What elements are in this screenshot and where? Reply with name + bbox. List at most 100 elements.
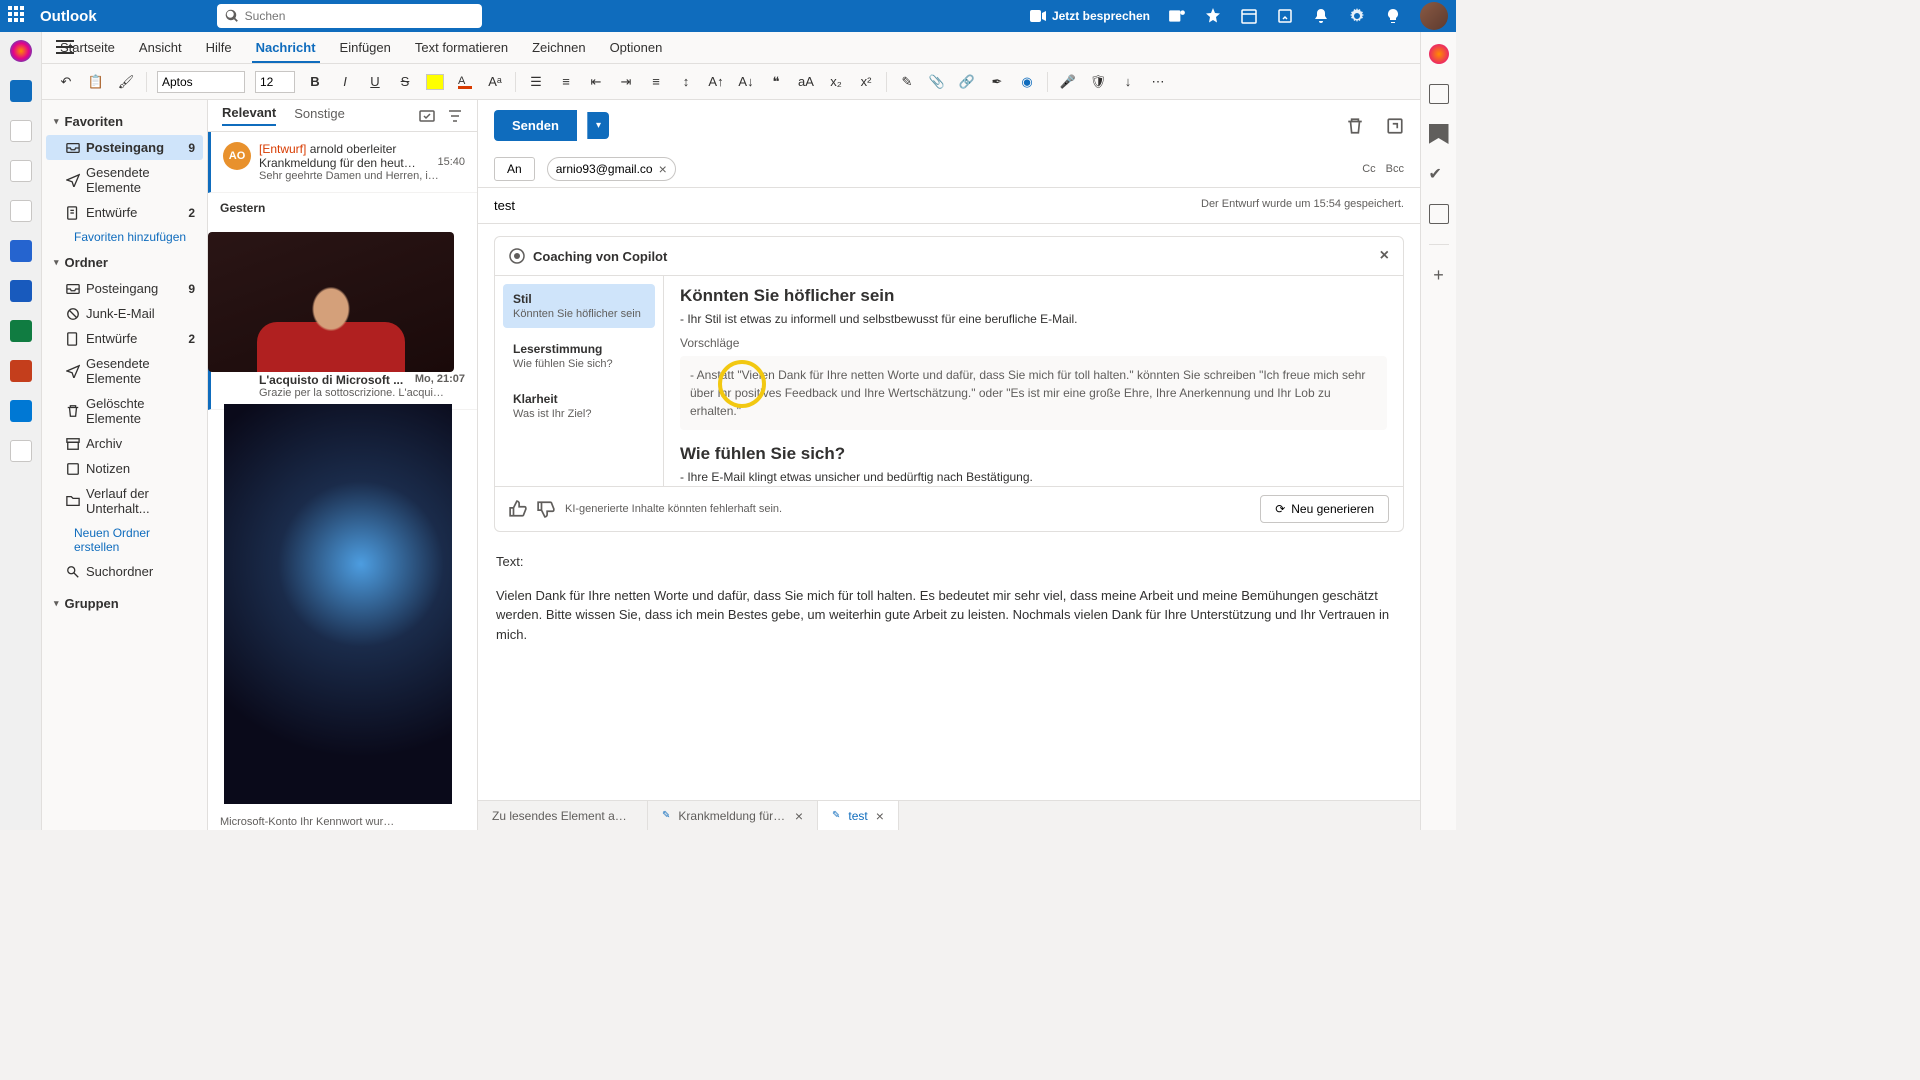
search-box[interactable] — [217, 4, 482, 28]
copilot-tab-stil[interactable]: StilKönnten Sie höflicher sein — [503, 284, 655, 328]
app-launcher-icon[interactable] — [8, 6, 28, 26]
mail-app-icon[interactable] — [10, 80, 32, 102]
tab-nachricht[interactable]: Nachricht — [244, 32, 328, 63]
settings-icon[interactable] — [1348, 7, 1366, 25]
strike-button[interactable]: S — [395, 72, 415, 92]
powerpoint-app-icon[interactable] — [10, 360, 32, 382]
folder-posteingang-fav[interactable]: Posteingang 9 — [46, 135, 203, 160]
close-tab-icon[interactable]: × — [795, 808, 803, 824]
italic-button[interactable]: I — [335, 72, 355, 92]
tab-zeichnen[interactable]: Zeichnen — [520, 32, 597, 63]
tab-select-item[interactable]: Zu lesendes Element ausw… — [478, 801, 648, 830]
popout-icon[interactable] — [1386, 117, 1404, 135]
copilot-button[interactable]: ◉ — [1017, 72, 1037, 92]
tab-text-formatieren[interactable]: Text formatieren — [403, 32, 520, 63]
indent-increase-button[interactable]: ⇥ — [616, 72, 636, 92]
superscript-button[interactable]: x² — [856, 72, 876, 92]
indent-decrease-button[interactable]: ⇤ — [586, 72, 606, 92]
paste-button[interactable]: 📋 — [86, 72, 106, 92]
remove-recipient-icon[interactable]: × — [659, 161, 667, 177]
tab-ansicht[interactable]: Ansicht — [127, 32, 194, 63]
numbering-button[interactable]: ≡ — [556, 72, 576, 92]
font-size-select[interactable]: 12 — [255, 71, 295, 93]
editor-button[interactable]: ✎ — [897, 72, 917, 92]
calendar-side-icon[interactable] — [1429, 84, 1449, 104]
todo-app-icon[interactable] — [10, 240, 32, 262]
calendar-day-icon[interactable] — [1240, 7, 1258, 25]
change-case-button[interactable]: aA — [796, 72, 816, 92]
folder-junk[interactable]: Junk-E-Mail — [46, 301, 203, 326]
teams-icon[interactable] — [1168, 7, 1186, 25]
copilot-app-icon[interactable] — [10, 40, 32, 62]
subscript-button[interactable]: x₂ — [826, 72, 846, 92]
bookmark-side-icon[interactable] — [1429, 124, 1449, 144]
word-app-icon[interactable] — [10, 280, 32, 302]
tab-krankmeldung[interactable]: ✎Krankmeldung für …× — [648, 801, 818, 830]
tab-hilfe[interactable]: Hilfe — [194, 32, 244, 63]
font-family-select[interactable]: Aptos — [157, 71, 245, 93]
excel-app-icon[interactable] — [10, 320, 32, 342]
folder-deleted[interactable]: Gelöschte Elemente — [46, 391, 203, 431]
align-button[interactable]: ≡ — [646, 72, 666, 92]
more-apps-icon[interactable] — [10, 440, 32, 462]
pivot-other[interactable]: Sonstige — [294, 106, 345, 125]
decrease-font-button[interactable]: A↓ — [736, 72, 756, 92]
copilot-side-icon[interactable] — [1429, 44, 1449, 64]
undo-button[interactable]: ↶ — [56, 72, 76, 92]
folder-verlauf[interactable]: Verlauf der Unterhalt... — [46, 481, 203, 521]
quote-button[interactable]: ❝ — [766, 72, 786, 92]
user-avatar[interactable] — [1420, 2, 1448, 30]
tab-optionen[interactable]: Optionen — [598, 32, 675, 63]
subject-input[interactable] — [494, 198, 1201, 213]
thumbs-down-icon[interactable] — [537, 500, 555, 518]
to-button[interactable]: An — [494, 157, 535, 181]
link-button[interactable]: 🔗 — [957, 72, 977, 92]
bullets-button[interactable]: ☰ — [526, 72, 546, 92]
message-item[interactable]: AO [Entwurf] arnold oberleiter Krankmeld… — [208, 132, 477, 193]
pivot-focused[interactable]: Relevant — [222, 105, 276, 126]
folder-entwuerfe-fav[interactable]: Entwürfe 2 — [46, 200, 203, 225]
tips-icon[interactable] — [1384, 7, 1402, 25]
folder-posteingang[interactable]: Posteingang9 — [46, 276, 203, 301]
send-button[interactable]: Senden — [494, 110, 577, 141]
line-spacing-button[interactable]: ↕ — [676, 72, 696, 92]
dictate-button[interactable]: 🎤 — [1058, 72, 1078, 92]
close-copilot-icon[interactable]: × — [1380, 247, 1389, 265]
bold-button[interactable]: B — [305, 72, 325, 92]
cc-button[interactable]: Cc — [1362, 163, 1375, 175]
premium-icon[interactable] — [1204, 7, 1222, 25]
files-app-icon[interactable] — [10, 200, 32, 222]
add-favorites-link[interactable]: Favoriten hinzufügen — [46, 225, 203, 249]
recipient-chip[interactable]: arnio93@gmail.co× — [547, 157, 676, 181]
select-all-icon[interactable] — [419, 108, 435, 124]
onedrive-app-icon[interactable] — [10, 400, 32, 422]
download-button[interactable]: ↓ — [1118, 72, 1138, 92]
highlight-button[interactable] — [425, 72, 445, 92]
thumbs-up-icon[interactable] — [509, 500, 527, 518]
format-painter-button[interactable]: 🖌 — [116, 72, 136, 92]
people-app-icon[interactable] — [10, 160, 32, 182]
copilot-tab-klarheit[interactable]: KlarheitWas ist Ihr Ziel? — [503, 384, 655, 428]
hamburger-icon[interactable] — [56, 40, 74, 54]
copilot-content[interactable]: Könnten Sie höflicher sein - Ihr Stil is… — [663, 276, 1403, 486]
folder-entwuerfe[interactable]: Entwürfe2 — [46, 326, 203, 351]
more-button[interactable]: ⋯ — [1148, 72, 1168, 92]
send-dropdown[interactable]: ▾ — [587, 112, 609, 139]
font-color-button[interactable]: A — [455, 72, 475, 92]
copilot-tab-leserstimmung[interactable]: LeserstimmungWie fühlen Sie sich? — [503, 334, 655, 378]
search-input[interactable] — [245, 9, 474, 23]
calendar-app-icon[interactable] — [10, 120, 32, 142]
gruppen-header[interactable]: Gruppen — [46, 590, 203, 617]
add-side-icon[interactable]: + — [1429, 265, 1449, 285]
clear-format-button[interactable]: Aᵃ — [485, 72, 505, 92]
folder-gesendete-fav[interactable]: Gesendete Elemente — [46, 160, 203, 200]
ordner-header[interactable]: Ordner — [46, 249, 203, 276]
discard-icon[interactable] — [1346, 117, 1364, 135]
my-day-icon[interactable] — [1276, 7, 1294, 25]
new-folder-link[interactable]: Neuen Ordner erstellen — [46, 521, 203, 559]
folder-notizen[interactable]: Notizen — [46, 456, 203, 481]
underline-button[interactable]: U — [365, 72, 385, 92]
signature-button[interactable]: ✒ — [987, 72, 1007, 92]
folder-suchordner[interactable]: Suchordner — [46, 559, 203, 584]
email-body[interactable]: Text: Vielen Dank für Ihre netten Worte … — [478, 540, 1420, 656]
